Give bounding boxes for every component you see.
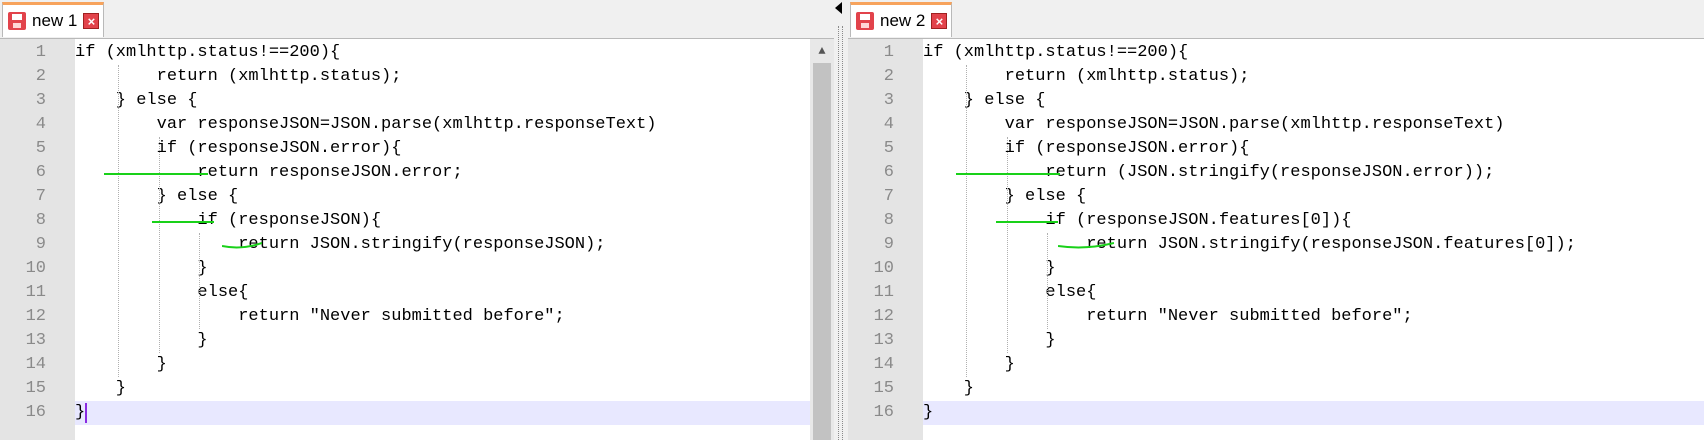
line-number: 16 [873, 403, 894, 422]
pane-splitter[interactable] [834, 0, 848, 440]
diff-marker [956, 173, 1060, 175]
line-number: 4 [35, 115, 46, 134]
code-line: return JSON.stringify(responseJSON); [75, 235, 606, 254]
line-number: 10 [873, 259, 894, 278]
tab-label: new 1 [32, 11, 78, 30]
line-number: 4 [883, 115, 894, 134]
line-number: 15 [873, 379, 894, 398]
code-area[interactable]: if (xmlhttp.status!==200){ return (xmlht… [923, 39, 1704, 440]
code-line: } [75, 401, 834, 425]
left-code-editor[interactable]: 1 2 3 4 5 6 7 8 9 10 11 12 13 14 15 16 if (xmlhttp.stat… [0, 39, 834, 440]
line-number-gutter: 1 2 3 4 5 6 7 8 9 10 11 12 13 14 15 16 [0, 39, 75, 440]
code-line: var responseJSON=JSON.parse(xmlhttp.resp… [923, 115, 1505, 134]
left-editor-pane: new 1 × 1 2 3 4 5 6 7 8 9 10 11 12 13 14 15 16 if (xmlh… [0, 0, 834, 440]
code-line: } else { [75, 91, 198, 110]
code-line: var responseJSON=JSON.parse(xmlhttp.resp… [75, 115, 657, 134]
line-number-gutter: 1 2 3 4 5 6 7 8 9 10 11 12 13 14 15 16 [848, 39, 923, 440]
scroll-up-icon[interactable]: ▲ [810, 39, 834, 63]
line-number: 9 [883, 235, 894, 254]
line-number: 12 [873, 307, 894, 326]
line-number: 5 [35, 139, 46, 158]
code-line: else{ [75, 283, 249, 302]
line-number: 5 [883, 139, 894, 158]
line-number: 15 [25, 379, 46, 398]
line-number: 1 [35, 43, 46, 62]
splitter-grip [842, 26, 844, 440]
code-line: return "Never submitted before"; [923, 307, 1413, 326]
splitter-grip [838, 26, 840, 440]
indent-guide [1047, 233, 1049, 329]
line-number: 13 [25, 331, 46, 350]
right-tab-bar: new 2 × [848, 0, 1704, 39]
code-line: } [75, 331, 208, 350]
line-number: 10 [25, 259, 46, 278]
code-line: if (responseJSON.error){ [75, 139, 402, 158]
indent-guide [199, 233, 201, 329]
indent-guide [117, 65, 119, 377]
line-number: 3 [35, 91, 46, 110]
line-number: 6 [883, 163, 894, 182]
collapse-arrow-icon[interactable] [835, 2, 842, 14]
line-number: 2 [883, 67, 894, 86]
code-line: } [75, 379, 127, 398]
diff-marker [152, 221, 214, 223]
line-number: 16 [25, 403, 46, 422]
line-number: 13 [873, 331, 894, 350]
vertical-scrollbar[interactable]: ▲ [810, 39, 834, 440]
line-number: 7 [35, 187, 46, 206]
close-icon[interactable]: × [83, 13, 100, 29]
tab-new-2[interactable]: new 2 × [850, 2, 952, 37]
code-line: } [75, 259, 208, 278]
code-line: if (xmlhttp.status!==200){ [923, 43, 1189, 62]
code-area[interactable]: if (xmlhttp.status!==200){ return (xmlht… [75, 39, 834, 440]
code-line: return (xmlhttp.status); [923, 67, 1250, 86]
left-tab-bar: new 1 × [0, 0, 834, 39]
save-icon [8, 12, 26, 30]
indent-guide [965, 65, 967, 377]
diff-marker [1058, 242, 1114, 249]
code-line: return (xmlhttp.status); [75, 67, 402, 86]
code-line: } [923, 331, 1056, 350]
code-line: } else { [923, 187, 1087, 206]
line-number: 8 [883, 211, 894, 230]
diff-marker [104, 173, 208, 175]
code-line: if (xmlhttp.status!==200){ [75, 43, 341, 62]
line-number: 11 [873, 283, 894, 302]
line-number: 7 [883, 187, 894, 206]
code-line: } [923, 259, 1056, 278]
code-line: return JSON.stringify(responseJSON.featu… [923, 235, 1576, 254]
code-line: } else { [75, 187, 239, 206]
code-line: if (responseJSON.error){ [923, 139, 1250, 158]
line-number: 3 [883, 91, 894, 110]
line-number: 6 [35, 163, 46, 182]
code-line: return "Never submitted before"; [75, 307, 565, 326]
save-icon [856, 12, 874, 30]
line-number: 1 [883, 43, 894, 62]
code-line: } else { [923, 91, 1046, 110]
line-number: 14 [25, 355, 46, 374]
line-number: 14 [873, 355, 894, 374]
line-number: 11 [25, 283, 46, 302]
code-line: else{ [923, 283, 1097, 302]
line-number: 12 [25, 307, 46, 326]
right-code-editor[interactable]: 1 2 3 4 5 6 7 8 9 10 11 12 13 14 15 16 if (xmlhttp.stat… [848, 39, 1704, 440]
right-editor-pane: new 2 × 1 2 3 4 5 6 7 8 9 10 11 12 13 14 15 16 if (xmlh… [848, 0, 1704, 440]
tab-label: new 2 [880, 11, 926, 30]
line-number: 2 [35, 67, 46, 86]
diff-marker [996, 221, 1058, 223]
line-number: 9 [35, 235, 46, 254]
code-line: } [923, 355, 1015, 374]
code-line: } [923, 379, 975, 398]
diff-marker [222, 242, 262, 249]
text-caret [85, 403, 87, 423]
code-line: } [75, 355, 167, 374]
scroll-thumb[interactable] [813, 63, 831, 440]
close-icon[interactable]: × [931, 13, 948, 29]
line-number: 8 [35, 211, 46, 230]
indent-guide [158, 137, 160, 353]
code-line: } [923, 401, 1704, 425]
tab-new-1[interactable]: new 1 × [2, 2, 104, 37]
indent-guide [1006, 137, 1008, 353]
